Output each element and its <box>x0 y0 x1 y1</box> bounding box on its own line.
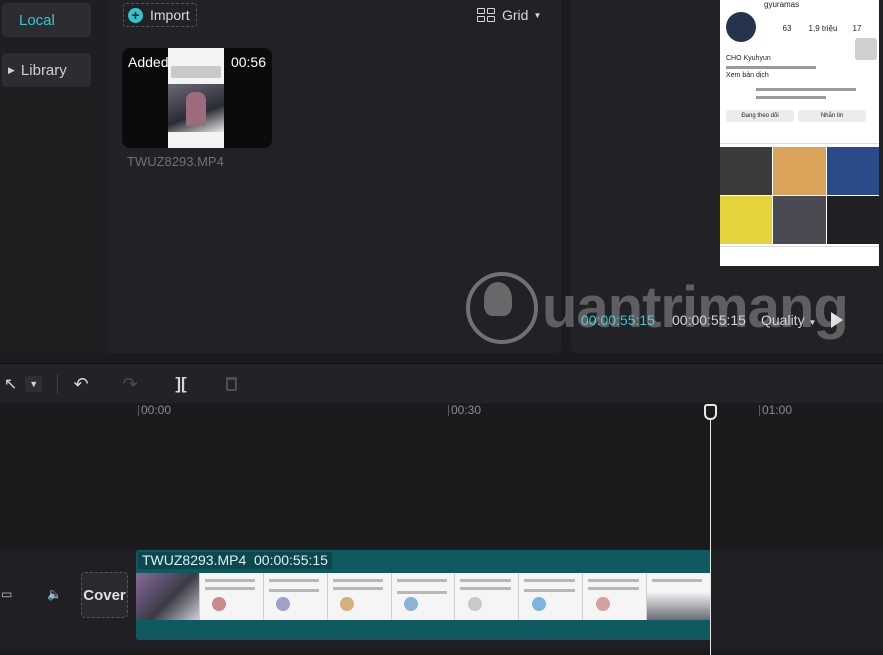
nav-library-label: Library <box>20 61 67 79</box>
total-timecode: 00:00:55:15 <box>672 312 746 328</box>
delete-button[interactable] <box>220 364 242 404</box>
media-filename: TWUZ8293.MP4 <box>127 154 224 169</box>
preview-username: gyuramas <box>764 0 800 9</box>
cursor-icon: ↖ <box>3 376 18 393</box>
video-preview[interactable]: gyuramas 63 1,9 triệu 17 CHO Kyuhyun Xem… <box>720 0 879 266</box>
import-button[interactable]: + Import <box>123 3 197 27</box>
import-label: Import <box>150 7 190 23</box>
view-mode-label: Grid <box>502 7 529 23</box>
ruler-tick: 00:30 <box>447 403 482 417</box>
cover-label: Cover <box>83 586 126 604</box>
cover-button[interactable]: Cover <box>81 572 128 618</box>
caret-down-icon: ▼ <box>533 10 542 20</box>
chevron-right-icon: ▶ <box>8 64 15 75</box>
media-thumbnail <box>168 48 224 148</box>
grid-icon <box>477 8 495 22</box>
left-nav: Local ▶ Library <box>0 0 106 353</box>
preview-stat-posts: 63 <box>782 24 792 33</box>
ruler-tick: 01:00 <box>758 403 793 417</box>
split-button[interactable]: ][ <box>170 364 192 404</box>
play-icon[interactable] <box>831 312 843 328</box>
added-badge: Added <box>128 54 169 70</box>
clip-filmstrip <box>136 573 711 620</box>
quality-dropdown[interactable]: Quality ▼ <box>761 312 816 328</box>
speaker-icon[interactable]: 🔈 <box>47 587 62 601</box>
timeline-area: ▭ 🔈 Cover TWUZ8293.MP4 00:00:55:15 <box>0 419 883 655</box>
redo-button[interactable]: ↷ <box>117 364 143 404</box>
trash-icon <box>225 377 237 391</box>
preview-stat-following: 17 <box>852 24 862 33</box>
preview-follow-button: Đang theo dõi <box>726 110 794 122</box>
split-icon: ][ <box>175 374 187 393</box>
preview-bottom-nav <box>720 246 879 266</box>
preview-overlay-button <box>855 38 877 60</box>
nav-local-label: Local <box>19 11 55 29</box>
timeline-ruler[interactable]: 00:00 00:30 01:00 <box>0 403 883 419</box>
media-item-card[interactable]: Added 00:56 <box>122 48 272 148</box>
view-mode-dropdown[interactable]: Grid ▼ <box>477 7 541 23</box>
media-panel: + Import Grid ▼ Added 00:56 TWUZ8293.MP4 <box>107 0 561 353</box>
playhead-line <box>710 411 711 655</box>
preview-tabs <box>720 128 879 144</box>
preview-photo-grid <box>720 147 879 244</box>
clip-duration: 00:00:55:15 <box>250 552 332 569</box>
duration-badge: 00:56 <box>230 54 266 70</box>
plus-icon: + <box>128 7 143 23</box>
preview-stat-followers: 1,9 triệu <box>808 24 838 33</box>
chevron-down-icon: ▼ <box>25 376 43 392</box>
clip-name: TWUZ8293.MP4 <box>138 552 251 569</box>
undo-icon: ↶ <box>73 373 89 394</box>
redo-icon: ↷ <box>122 373 138 394</box>
preview-avatar <box>726 12 756 42</box>
video-clip[interactable]: TWUZ8293.MP4 00:00:55:15 <box>136 550 711 640</box>
select-tool-button[interactable]: ↖ ▼ <box>0 364 46 404</box>
current-timecode: 00:00:55:15 <box>581 312 655 328</box>
preview-translate: Xem bản dịch <box>726 72 769 79</box>
nav-local-button[interactable]: Local <box>2 3 91 37</box>
toolbar-divider <box>57 374 58 394</box>
track-visibility-icon[interactable]: ▭ <box>1 587 12 601</box>
undo-button[interactable]: ↶ <box>68 364 94 404</box>
playhead-handle[interactable] <box>704 404 717 420</box>
player-panel: gyuramas 63 1,9 triệu 17 CHO Kyuhyun Xem… <box>571 0 883 353</box>
preview-message-button: Nhắn tin <box>798 110 866 122</box>
timeline-toolbar: ↖ ▼ ↶ ↷ ][ <box>0 363 883 403</box>
editor-window: Local ▶ Library + Import Grid ▼ Added 00… <box>0 0 883 655</box>
preview-display-name: CHO Kyuhyun <box>726 55 771 62</box>
ruler-tick: 00:00 <box>137 403 172 417</box>
nav-library-button[interactable]: ▶ Library <box>2 53 91 87</box>
